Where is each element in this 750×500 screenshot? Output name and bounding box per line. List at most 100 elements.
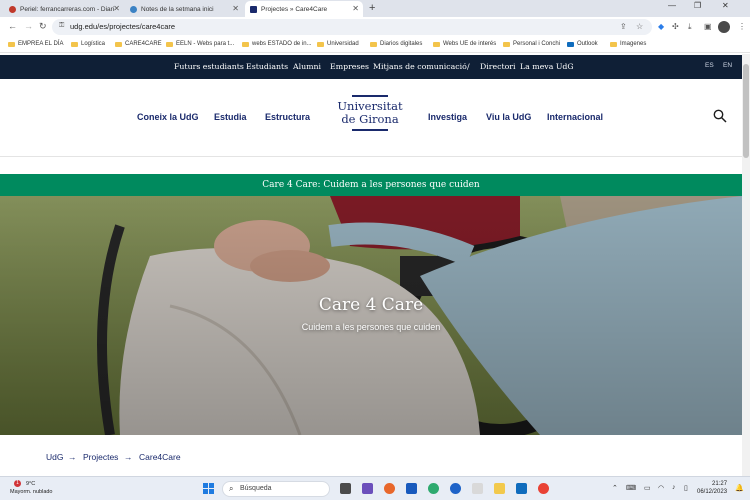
nav-estructura[interactable]: Estructura <box>265 112 310 122</box>
start-icon[interactable] <box>203 483 214 494</box>
chrome-icon[interactable] <box>538 483 549 494</box>
app-icon[interactable] <box>472 483 483 494</box>
nav-internacional[interactable]: Internacional <box>547 112 603 122</box>
reload-icon[interactable]: ↻ <box>39 21 47 32</box>
bookmark-star-icon[interactable]: ☆ <box>636 22 643 31</box>
folder-icon <box>8 41 15 47</box>
language-es[interactable]: ES <box>705 62 714 69</box>
search-icon[interactable] <box>713 109 727 123</box>
folder-icon <box>115 41 122 47</box>
puzzle-icon[interactable]: ✣ <box>672 22 679 31</box>
keyboard-icon[interactable]: ⌨ <box>626 484 636 492</box>
nav-investiga[interactable]: Investiga <box>428 112 467 122</box>
bookmark-item[interactable]: Outlook <box>567 41 598 47</box>
wifi-icon[interactable]: ◠ <box>658 484 664 492</box>
url-text: udg.edu/es/projectes/care4care <box>70 22 176 31</box>
hero-photo <box>0 196 742 435</box>
forward-icon[interactable]: → <box>24 21 33 31</box>
bookmark-item[interactable]: CARE4CARE <box>115 41 162 47</box>
nav-viu-la-udg[interactable]: Viu la UdG <box>486 112 531 122</box>
breadcrumb-arrow-icon: → <box>124 452 133 462</box>
topnav-directori[interactable]: Directori <box>480 62 516 71</box>
sidepanel-icon[interactable]: ▣ <box>704 22 712 31</box>
folder-icon <box>370 41 377 47</box>
topnav-la-meva-udg[interactable]: La meva UdG <box>520 62 574 71</box>
topnav-empreses[interactable]: Empreses <box>330 62 369 71</box>
tab-favicon-icon <box>250 5 257 13</box>
battery-status-icon[interactable]: ▯ <box>684 484 688 492</box>
browser-tab[interactable]: Periel: ferrancarreras.com - Diari ✕ <box>4 1 124 17</box>
close-icon[interactable]: ✕ <box>113 4 120 13</box>
menu-icon[interactable]: ⋮ <box>738 22 746 31</box>
taskview-icon[interactable] <box>340 483 351 494</box>
bookmark-item[interactable]: Webs UE de interés <box>433 41 496 47</box>
notifications-icon[interactable]: 🔔 <box>735 484 744 492</box>
announcement-text: Care 4 Care: Cuidem a les persones que c… <box>262 180 480 190</box>
topnav-estudiants[interactable]: Estudiants <box>246 62 288 71</box>
breadcrumb-udg[interactable]: UdG <box>46 452 63 462</box>
word-icon[interactable] <box>406 483 417 494</box>
folder-icon <box>503 41 510 47</box>
battery-icon[interactable]: ▭ <box>644 484 651 492</box>
outlook-icon[interactable] <box>516 483 527 494</box>
tab-favicon-icon <box>9 5 16 13</box>
language-en[interactable]: EN <box>723 62 732 69</box>
nav-coneix-la-udg[interactable]: Coneix la UdG <box>137 112 199 122</box>
close-icon[interactable]: ✕ <box>352 4 359 13</box>
bookmark-item[interactable]: Personal i Conchi <box>503 41 560 47</box>
bookmark-item[interactable]: Imagenes <box>610 41 646 47</box>
udg-logo[interactable]: Universitat de Girona <box>332 95 408 139</box>
topnav-alumni[interactable]: Alumni <box>293 62 321 71</box>
maximize-icon[interactable]: ❐ <box>694 1 701 10</box>
tab-label: Periel: ferrancarreras.com - Diari <box>20 5 115 13</box>
logo-line2: de Girona <box>341 112 399 126</box>
back-icon[interactable]: ← <box>8 21 17 31</box>
topnav-separator: / <box>467 62 470 71</box>
minimize-icon[interactable]: — <box>668 1 676 10</box>
folder-icon <box>433 41 440 47</box>
hero-image <box>0 196 742 435</box>
hero-subtitle: Cuidem a les persones que cuiden <box>301 322 441 332</box>
weather-description: Mayorm. nublado <box>10 489 53 495</box>
topnav-mitjans[interactable]: Mitjans de comunicació <box>373 62 467 71</box>
folder-icon <box>610 41 617 47</box>
close-icon[interactable]: ✕ <box>232 4 239 13</box>
scrollbar-thumb[interactable] <box>743 64 749 158</box>
topnav-futurs-estudiants[interactable]: Futurs estudiants <box>174 62 244 71</box>
new-tab-button[interactable]: + <box>369 2 375 14</box>
breadcrumb-projectes[interactable]: Projectes <box>83 452 118 462</box>
nav-estudia[interactable]: Estudia <box>214 112 247 122</box>
profile-avatar[interactable] <box>718 21 730 33</box>
announcement-bar[interactable]: Care 4 Care: Cuidem a les persones que c… <box>0 174 742 196</box>
system-clock[interactable]: 21:27 06/12/2023 <box>697 480 727 496</box>
browser-tab[interactable]: Notes de la setmana inici ✕ <box>125 1 243 17</box>
firefox-icon[interactable] <box>384 483 395 494</box>
bookmark-item[interactable]: Diarios digitales <box>370 41 422 47</box>
browser-tabstrip: Periel: ferrancarreras.com - Diari ✕ Not… <box>0 0 750 17</box>
zoom-icon[interactable] <box>450 483 461 494</box>
breadcrumb-care4care: Care4Care <box>139 452 181 462</box>
taskbar-search-placeholder: Búsqueda <box>240 485 272 492</box>
tray-chevron-icon[interactable]: ⌃ <box>612 484 618 492</box>
window-close-icon[interactable]: ✕ <box>722 1 729 10</box>
share-icon[interactable]: ⇪ <box>620 22 627 31</box>
browser-tab-active[interactable]: Projectes » Care4Care ✕ <box>245 1 363 17</box>
taskbar-search[interactable]: ⌕ Búsqueda <box>222 481 330 497</box>
site-main-header: Coneix la UdG Estudia Estructura Univers… <box>0 79 742 157</box>
teams-icon[interactable] <box>362 483 373 494</box>
bookmark-item[interactable]: Logística <box>71 41 105 47</box>
edge-icon[interactable] <box>428 483 439 494</box>
folder-icon <box>71 41 78 47</box>
volume-icon[interactable]: ♪ <box>672 484 676 491</box>
bookmark-item[interactable]: EMPREA EL DÍA <box>8 41 63 47</box>
bookmark-item[interactable]: EELN - Webs para t... <box>166 41 234 47</box>
weather-widget[interactable]: 1 9°C Mayorm. nublado <box>10 480 53 496</box>
file-explorer-icon[interactable] <box>494 483 505 494</box>
bookmark-item[interactable]: Universidad <box>317 41 359 47</box>
download-icon[interactable]: ⤓ <box>688 22 692 32</box>
url-field[interactable]: ⚿ udg.edu/es/projectes/care4care <box>52 19 652 35</box>
logo-top-rule <box>352 95 388 97</box>
windows-taskbar: 1 9°C Mayorm. nublado ⌕ Búsqueda ⌃ ⌨ ▭ ◠… <box>0 476 750 500</box>
extension-icon[interactable]: ◆ <box>658 22 664 31</box>
bookmark-item[interactable]: webs ESTADO de in... <box>242 41 312 47</box>
